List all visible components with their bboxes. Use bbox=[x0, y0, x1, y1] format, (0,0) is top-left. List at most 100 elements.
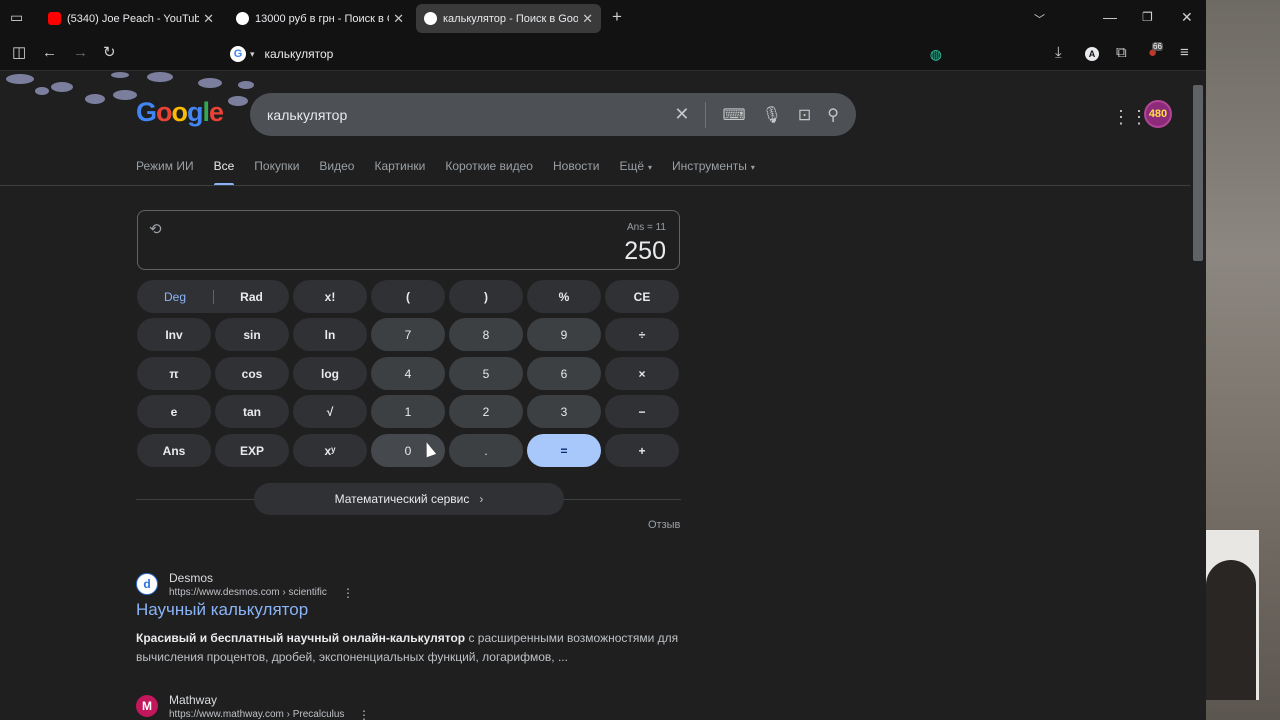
tab-ai-mode[interactable]: Режим ИИ bbox=[136, 159, 194, 185]
microphone-icon[interactable]: 🎙 bbox=[762, 105, 782, 125]
tab-label: (5340) Joe Peach - YouTube bbox=[67, 12, 200, 25]
key-plus[interactable]: + bbox=[605, 434, 679, 467]
history-icon[interactable]: ⟲ bbox=[149, 220, 162, 238]
back-icon[interactable]: ← bbox=[42, 45, 57, 61]
site-name[interactable]: Desmos bbox=[169, 571, 213, 585]
rad-button[interactable]: Rad bbox=[214, 290, 289, 304]
minimize-icon[interactable]: — bbox=[1103, 9, 1117, 25]
vpn-globe-icon[interactable]: ◍ bbox=[930, 46, 942, 63]
new-tab-icon[interactable]: + bbox=[612, 7, 622, 27]
tab-all[interactable]: Все bbox=[213, 159, 234, 186]
key-e[interactable]: e bbox=[137, 395, 211, 428]
key-7[interactable]: 7 bbox=[371, 318, 445, 351]
scrollbar-thumb[interactable] bbox=[1193, 85, 1203, 261]
chevron-down-icon[interactable]: ▾ bbox=[250, 49, 255, 60]
search-icon[interactable]: ⚲ bbox=[827, 105, 839, 125]
key-divide[interactable]: ÷ bbox=[605, 318, 679, 351]
tab-overview-icon[interactable]: ▭ bbox=[10, 9, 23, 26]
tab-videos[interactable]: Видео bbox=[319, 159, 354, 185]
key-pi[interactable]: π bbox=[137, 357, 211, 390]
key-minus[interactable]: − bbox=[605, 395, 679, 428]
sidebar-icon[interactable]: ◫ bbox=[12, 45, 26, 61]
reload-icon[interactable]: ↻ bbox=[103, 45, 116, 61]
key-open-paren[interactable]: ( bbox=[371, 280, 445, 313]
tab-search-rub[interactable]: 13000 руб в грн - Поиск в Google ✕ bbox=[228, 4, 412, 33]
key-inverse[interactable]: Inv bbox=[137, 318, 211, 351]
tab-tools-label: Инструменты bbox=[672, 159, 747, 173]
site-url[interactable]: https://www.mathway.com › Precalculus bbox=[169, 709, 344, 720]
key-2[interactable]: 2 bbox=[449, 395, 523, 428]
keyboard-icon[interactable]: ⌨ bbox=[722, 105, 745, 125]
desmos-icon[interactable]: d bbox=[136, 573, 158, 595]
tab-more[interactable]: Ещё ▾ bbox=[619, 159, 652, 185]
close-icon[interactable]: ✕ bbox=[203, 11, 214, 27]
key-percent[interactable]: % bbox=[527, 280, 601, 313]
chevron-right-icon: › bbox=[479, 492, 484, 506]
address-bar[interactable]: G ▾ калькулятор ◍ bbox=[224, 41, 948, 67]
extensions-icon[interactable]: ⧉ bbox=[1116, 45, 1127, 61]
math-service-label: Математический сервис bbox=[334, 492, 470, 506]
site-url[interactable]: https://www.desmos.com › scientific bbox=[169, 587, 327, 598]
key-clear-entry[interactable]: CE bbox=[605, 280, 679, 313]
avatar[interactable]: 480 bbox=[1144, 100, 1172, 128]
address-toolbar: ◫ ← → ↻ G ▾ калькулятор ◍ ⤓ A ⧉ ● 66 ≡ bbox=[0, 37, 1206, 71]
restore-icon[interactable]: ❐ bbox=[1142, 10, 1153, 24]
key-ans[interactable]: Ans bbox=[137, 434, 211, 467]
key-4[interactable]: 4 bbox=[371, 357, 445, 390]
window-close-icon[interactable]: ✕ bbox=[1181, 9, 1193, 26]
download-icon[interactable]: ⤓ bbox=[1055, 45, 1062, 61]
key-cos[interactable]: cos bbox=[215, 357, 289, 390]
key-close-paren[interactable]: ) bbox=[449, 280, 523, 313]
key-multiply[interactable]: × bbox=[605, 357, 679, 390]
mathway-icon[interactable]: M bbox=[136, 695, 158, 717]
chevron-down-icon[interactable]: ﹀ bbox=[1034, 11, 1045, 27]
key-8[interactable]: 8 bbox=[449, 318, 523, 351]
key-sqrt[interactable]: √ bbox=[293, 395, 367, 428]
key-decimal[interactable]: . bbox=[449, 434, 523, 467]
search-box[interactable]: калькулятор ✕ ⌨ 🎙 ⊡ ⚲ bbox=[250, 93, 856, 136]
more-options-icon[interactable]: ⋮ bbox=[358, 708, 370, 720]
calculator-display: ⟲ Ans = 11 250 bbox=[137, 210, 680, 270]
tab-news[interactable]: Новости bbox=[553, 159, 599, 185]
more-options-icon[interactable]: ⋮ bbox=[342, 586, 354, 600]
tab-search-calculator[interactable]: калькулятор - Поиск в Google ✕ bbox=[416, 4, 601, 33]
key-log[interactable]: log bbox=[293, 357, 367, 390]
search-nav-tabs: Режим ИИ Все Покупки Видео Картинки Коро… bbox=[136, 159, 775, 186]
key-tan[interactable]: tan bbox=[215, 395, 289, 428]
key-9[interactable]: 9 bbox=[527, 318, 601, 351]
search-input[interactable]: калькулятор bbox=[267, 107, 674, 123]
tab-tools[interactable]: Инструменты ▾ bbox=[672, 159, 755, 185]
site-name[interactable]: Mathway bbox=[169, 693, 217, 707]
key-6[interactable]: 6 bbox=[527, 357, 601, 390]
key-1[interactable]: 1 bbox=[371, 395, 445, 428]
google-logo[interactable]: Google bbox=[136, 97, 224, 128]
tab-youtube[interactable]: (5340) Joe Peach - YouTube ✕ bbox=[40, 4, 222, 33]
chevron-down-icon: ▾ bbox=[648, 163, 653, 172]
translate-icon[interactable]: A bbox=[1085, 47, 1099, 61]
close-icon[interactable]: ✕ bbox=[393, 11, 404, 27]
clear-icon[interactable]: ✕ bbox=[674, 104, 689, 125]
feedback-link[interactable]: Отзыв bbox=[648, 519, 680, 531]
deg-button[interactable]: Deg bbox=[137, 290, 213, 304]
tab-short-videos[interactable]: Короткие видео bbox=[445, 159, 533, 185]
deg-rad-toggle[interactable]: Deg Rad bbox=[137, 280, 289, 313]
tab-images[interactable]: Картинки bbox=[374, 159, 425, 185]
key-5[interactable]: 5 bbox=[449, 357, 523, 390]
tab-label: 13000 руб в грн - Поиск в Google bbox=[255, 12, 389, 25]
math-service-button[interactable]: Математический сервис › bbox=[254, 483, 564, 515]
close-icon[interactable]: ✕ bbox=[582, 11, 593, 27]
key-3[interactable]: 3 bbox=[527, 395, 601, 428]
lens-icon[interactable]: ⊡ bbox=[798, 105, 811, 125]
key-power[interactable]: xʸ bbox=[293, 434, 367, 467]
key-equals[interactable]: = bbox=[527, 434, 601, 467]
page-scrollbar[interactable] bbox=[1190, 71, 1206, 720]
key-sin[interactable]: sin bbox=[215, 318, 289, 351]
tab-shopping[interactable]: Покупки bbox=[254, 159, 299, 185]
key-factorial[interactable]: x! bbox=[293, 280, 367, 313]
result-title[interactable]: Научный калькулятор bbox=[136, 600, 308, 620]
address-text[interactable]: калькулятор bbox=[265, 47, 334, 61]
menu-icon[interactable]: ≡ bbox=[1180, 45, 1189, 61]
forward-icon[interactable]: → bbox=[73, 45, 88, 61]
key-exp[interactable]: EXP bbox=[215, 434, 289, 467]
key-ln[interactable]: ln bbox=[293, 318, 367, 351]
